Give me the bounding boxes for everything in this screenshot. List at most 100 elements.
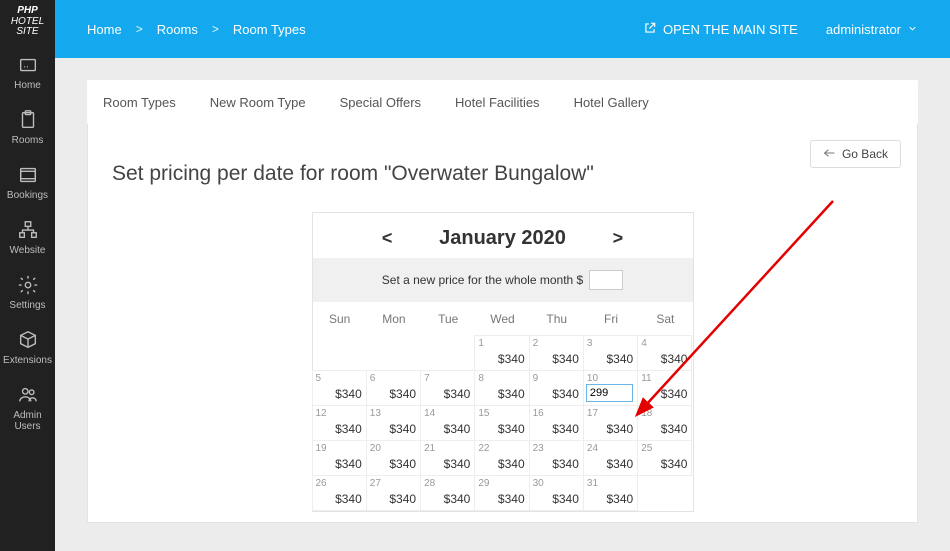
sitemap-icon	[0, 219, 55, 241]
calendar-day-number: 27	[370, 478, 381, 489]
calendar-day-number: 5	[316, 373, 322, 384]
calendar-cell[interactable]: 10	[583, 370, 638, 406]
calendar-day-price: $340	[498, 387, 525, 401]
calendar-cell[interactable]: 26 $340	[312, 475, 367, 511]
calendar-cell[interactable]: 11$340	[637, 370, 692, 406]
calendar-day-number: 15	[478, 408, 489, 419]
calendar-day-price: $340	[498, 457, 525, 471]
calendar-day-header: Tue	[421, 302, 475, 336]
calendar-day-price: $340	[552, 422, 579, 436]
calendar-cell[interactable]: 15$340	[474, 405, 529, 441]
calendar-day-price: $340	[498, 492, 525, 506]
calendar-cell[interactable]: 25$340	[637, 440, 692, 476]
calendar-cell[interactable]: 13$340	[366, 405, 421, 441]
calendar-day-headers: SunMonTueWedThuFriSat	[313, 302, 693, 336]
calendar-cell[interactable]: 12$340	[312, 405, 367, 441]
open-main-site-link[interactable]: OPEN THE MAIN SITE	[643, 21, 798, 38]
calendar-day-number: 6	[370, 373, 376, 384]
calendar-cell[interactable]: 27 $340	[366, 475, 421, 511]
crumb-rooms[interactable]: Rooms	[157, 22, 198, 37]
calendar-day-number: 9	[533, 373, 539, 384]
calendar-day-number: 12	[316, 408, 327, 419]
calendar-cell[interactable]: 22$340	[474, 440, 529, 476]
calendar-day-number: 18	[641, 408, 652, 419]
calendar-cell[interactable]: 20$340	[366, 440, 421, 476]
tab-special-offers[interactable]: Special Offers	[340, 95, 421, 110]
nav-rooms[interactable]: Rooms	[0, 99, 55, 154]
calendar-cell[interactable]: 28$340	[420, 475, 475, 511]
back-arrow-icon	[823, 147, 836, 161]
calendar-day-number: 30	[533, 478, 544, 489]
calendar-cell[interactable]: 19$340	[312, 440, 367, 476]
breadcrumb: Home > Rooms > Room Types	[87, 22, 306, 37]
calendar-price-input[interactable]	[586, 384, 633, 402]
calendar-day-header: Thu	[530, 302, 584, 336]
calendar-day-number: 31	[587, 478, 598, 489]
calendar-cell[interactable]: 3$340	[583, 335, 638, 371]
logo: PHP HOTEL SITE	[7, 0, 48, 44]
crumb-home[interactable]: Home	[87, 22, 122, 37]
calendar-day-number: 24	[587, 443, 598, 454]
bulk-price-input[interactable]	[589, 270, 623, 290]
calendar-day-price: $340	[444, 422, 471, 436]
calendar-cell[interactable]: 1$340	[474, 335, 529, 371]
calendar-grid: 1$3402$3403$3404$3405$3406$3407$3408$340…	[313, 336, 693, 511]
go-back-button[interactable]: Go Back	[810, 140, 901, 168]
external-link-icon	[643, 21, 657, 38]
content-panel: Go Back Set pricing per date for room "O…	[87, 124, 918, 523]
calendar-cell[interactable]: 18 $340	[637, 405, 692, 441]
calendar-day-number: 21	[424, 443, 435, 454]
page: Room Types New Room Type Special Offers …	[55, 58, 950, 551]
calendar-cell[interactable]: 2$340	[529, 335, 584, 371]
calendar-day-price: $340	[389, 492, 416, 506]
calendar-day-header: Sun	[313, 302, 367, 336]
calendar-day-price: $340	[661, 387, 688, 401]
calendar-cell[interactable]: 24$340	[583, 440, 638, 476]
calendar-day-price: $340	[661, 422, 688, 436]
tab-room-types[interactable]: Room Types	[103, 95, 176, 110]
calendar-day-price: $340	[444, 387, 471, 401]
calendar-day-header: Mon	[367, 302, 421, 336]
calendar-cell[interactable]: 9$340	[529, 370, 584, 406]
nav-home[interactable]: Home	[0, 44, 55, 99]
calendar-day-number: 14	[424, 408, 435, 419]
crumb-room-types[interactable]: Room Types	[233, 22, 306, 37]
tab-new-room-type[interactable]: New Room Type	[210, 95, 306, 110]
nav-admin-users[interactable]: Admin Users	[0, 374, 55, 440]
calendar-day-number: 26	[316, 478, 327, 489]
calendar-cell[interactable]: 23$340	[529, 440, 584, 476]
calendar-cell[interactable]: 17$340	[583, 405, 638, 441]
calendar-cell[interactable]: 4$340	[637, 335, 692, 371]
nav-bookings[interactable]: Bookings	[0, 154, 55, 209]
tab-hotel-gallery[interactable]: Hotel Gallery	[574, 95, 649, 110]
calendar-cell[interactable]: 14 $340	[420, 405, 475, 441]
calendar-cell	[366, 335, 421, 371]
calendar-cell	[420, 335, 475, 371]
home-icon	[0, 54, 55, 76]
calendar-cell[interactable]: 8$340	[474, 370, 529, 406]
calendar-day-price: $340	[335, 492, 362, 506]
sidebar: PHP HOTEL SITE Home Rooms Bookings Websi…	[0, 0, 55, 551]
calendar-next[interactable]: >	[608, 228, 628, 249]
nav-extensions[interactable]: Extensions	[0, 319, 55, 374]
calendar-prev[interactable]: <	[377, 228, 397, 249]
calendar-cell[interactable]: 7$340	[420, 370, 475, 406]
calendar-cell[interactable]: 30$340	[529, 475, 584, 511]
calendar-cell[interactable]: 5$340	[312, 370, 367, 406]
calendar-cell[interactable]: 6$340	[366, 370, 421, 406]
calendar-day-price: $340	[606, 352, 633, 366]
user-menu[interactable]: administrator	[826, 22, 918, 37]
calendar-day-number: 19	[316, 443, 327, 454]
calendar-day-header: Sat	[638, 302, 692, 336]
chevron-right-icon: >	[136, 22, 143, 36]
calendar-day-number: 10	[587, 373, 598, 384]
calendar-cell[interactable]: 21 $340	[420, 440, 475, 476]
nav-settings[interactable]: Settings	[0, 264, 55, 319]
calendar-cell[interactable]: 31$340	[583, 475, 638, 511]
tab-hotel-facilities[interactable]: Hotel Facilities	[455, 95, 540, 110]
calendar-day-number: 17	[587, 408, 598, 419]
calendar-cell[interactable]: 29$340	[474, 475, 529, 511]
calendar-day-price: $340	[444, 457, 471, 471]
calendar-cell[interactable]: 16$340	[529, 405, 584, 441]
nav-website[interactable]: Website	[0, 209, 55, 264]
